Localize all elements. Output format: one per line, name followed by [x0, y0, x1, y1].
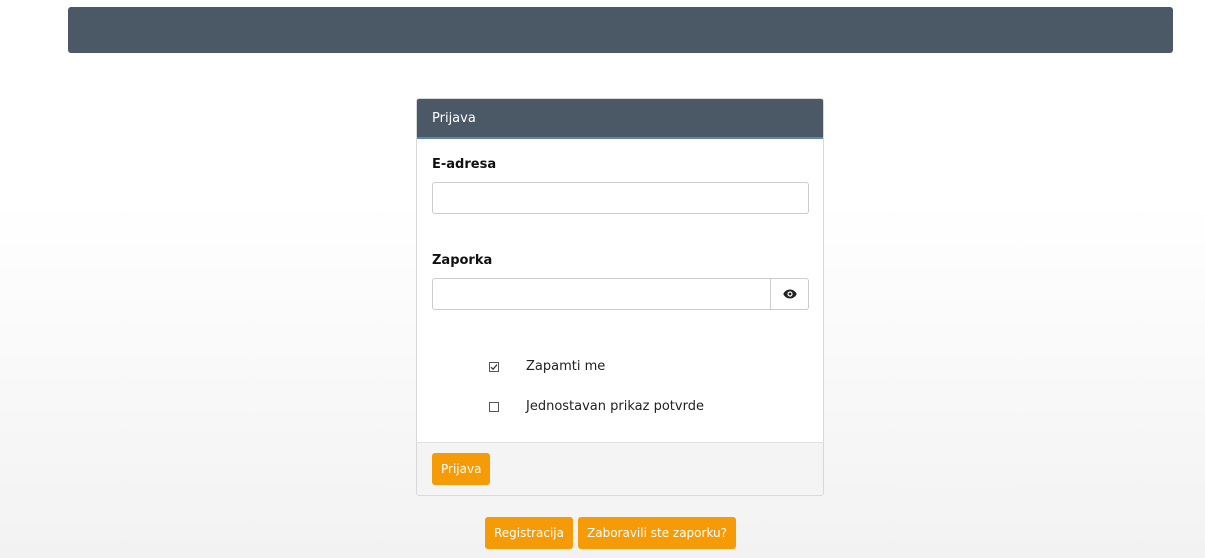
checkmark-icon	[490, 363, 498, 370]
account-links: Registracija Zaboravili ste zaporku?	[485, 517, 736, 549]
login-form: E-adresa Zaporka Zapamti me Jednostavan …	[417, 139, 823, 442]
panel-footer: Prijava	[417, 442, 823, 495]
login-button[interactable]: Prijava	[432, 453, 491, 485]
remember-me-checkbox[interactable]	[489, 361, 499, 372]
forgot-password-button[interactable]: Zaboravili ste zaporku?	[578, 517, 736, 549]
login-panel: Prijava E-adresa Zaporka Zapamti me Jedn…	[416, 98, 824, 496]
register-button[interactable]: Registracija	[485, 517, 573, 549]
simple-view-checkbox[interactable]	[489, 401, 499, 412]
show-password-button[interactable]	[770, 278, 809, 310]
email-label: E-adresa	[432, 157, 497, 172]
panel-title: Prijava	[417, 99, 823, 139]
password-label: Zaporka	[432, 253, 493, 268]
remember-me-label: Zapamti me	[526, 359, 606, 374]
eye-icon	[782, 289, 797, 299]
simple-view-label: Jednostavan prikaz potvrde	[526, 399, 704, 414]
simple-view-row[interactable]: Jednostavan prikaz potvrde	[489, 399, 704, 414]
remember-me-row[interactable]: Zapamti me	[489, 359, 605, 374]
top-navigation-bar	[68, 7, 1173, 53]
password-input[interactable]	[432, 278, 771, 310]
email-input[interactable]	[432, 182, 809, 214]
